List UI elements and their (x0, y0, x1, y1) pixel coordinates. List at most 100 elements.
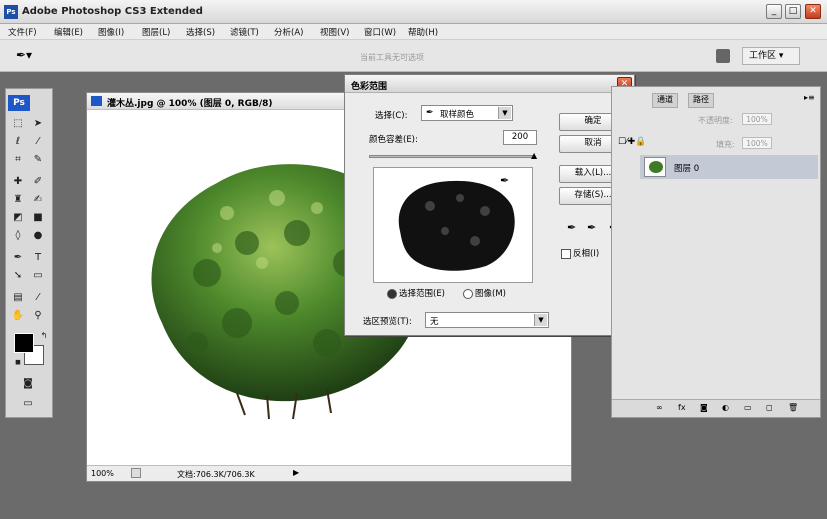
selection-preview-value: 无 (430, 317, 439, 327)
close-button[interactable]: ✕ (805, 4, 821, 19)
panel-menu-icon[interactable]: ▸≡ (804, 93, 815, 102)
menu-layer[interactable]: 图层(L) (142, 26, 170, 38)
history-brush-tool-icon[interactable]: ✍ (30, 193, 46, 207)
mask-preview-image (398, 180, 515, 271)
menu-help[interactable]: 帮助(H) (408, 26, 438, 38)
eyedropper-plus-icon[interactable]: ✒ (587, 221, 596, 234)
lock-icons[interactable]: ☐⁄✚🔒 (618, 137, 646, 147)
layer-style-icon[interactable]: fx (678, 403, 686, 412)
type-tool-icon[interactable]: T (30, 251, 46, 265)
shrub-thumbnail-icon (649, 161, 663, 173)
selection-preview-box: ✒ (373, 167, 533, 283)
document-size: 文档:706.3K/706.3K (177, 470, 255, 479)
notes-tool-icon[interactable]: ▤ (10, 291, 26, 305)
fill-label: 填充: (716, 140, 735, 149)
layer-row[interactable]: 图层 0 (640, 155, 818, 179)
dodge-tool-icon[interactable]: ● (30, 229, 46, 243)
crop-tool-icon[interactable]: ⌗ (10, 153, 26, 167)
eraser-tool-icon[interactable]: ◩ (10, 211, 26, 225)
menu-edit[interactable]: 编辑(E) (54, 26, 83, 38)
menu-select[interactable]: 选择(S) (186, 26, 215, 38)
menu-view[interactable]: 视图(V) (320, 26, 349, 38)
adjustment-layer-icon[interactable]: ◐ (722, 403, 729, 412)
screen-mode-icon[interactable]: ▭ (20, 397, 36, 411)
eyedropper-preset-icon[interactable]: ✒▾ (16, 48, 32, 62)
tab-paths[interactable]: 路径 (688, 93, 714, 108)
selection-preview-dropdown[interactable]: 无 ▼ (425, 312, 549, 328)
gradient-tool-icon[interactable]: ■ (30, 211, 46, 225)
status-menu-arrow-icon[interactable]: ▶ (293, 468, 299, 477)
invert-label: 反相(I) (573, 249, 600, 259)
dialog-title-bar[interactable]: 色彩范围 ✕ (345, 75, 634, 93)
zoom-level[interactable]: 100% (91, 469, 114, 478)
document-icon (91, 96, 102, 106)
workspace-button[interactable]: 工作区 ▾ (742, 47, 800, 65)
fill-input[interactable]: 100% (742, 137, 772, 149)
blur-tool-icon[interactable]: ◊ (10, 229, 26, 243)
default-colors-icon[interactable]: ◼ (10, 355, 26, 369)
eyedropper-icon: ✒ (426, 108, 434, 118)
tab-channels[interactable]: 通道 (652, 93, 678, 108)
layers-footer: ∞ fx ◙ ◐ ▭ ◻ 🗑 (612, 399, 820, 417)
path-selection-tool-icon[interactable]: ➘ (10, 269, 26, 283)
menu-analysis[interactable]: 分析(A) (274, 26, 303, 38)
chevron-down-icon: ▼ (534, 314, 547, 326)
link-layers-icon[interactable]: ∞ (656, 403, 663, 412)
quick-mask-icon[interactable]: ◙ (20, 377, 36, 391)
menu-image[interactable]: 图像(I) (98, 26, 124, 38)
radio-selection[interactable] (387, 289, 397, 299)
layer-mask-icon[interactable]: ◙ (700, 403, 708, 412)
new-group-icon[interactable]: ▭ (744, 403, 752, 412)
select-dropdown[interactable]: ✒ 取样颜色 ▼ (421, 105, 513, 121)
shape-tool-icon[interactable]: ▭ (30, 269, 46, 283)
chevron-down-icon: ▼ (498, 107, 511, 119)
radio-image[interactable] (463, 289, 473, 299)
maximize-button[interactable]: □ (785, 4, 801, 19)
menu-bar: 文件(F) 编辑(E) 图像(I) 图层(L) 选择(S) 滤镜(T) 分析(A… (0, 24, 827, 40)
dialog-title: 色彩范围 (351, 82, 388, 92)
opacity-label: 不透明度: (698, 116, 733, 125)
document-title: 灌木丛.jpg @ 100% (图层 0, RGB/8) (107, 99, 273, 109)
new-layer-icon[interactable]: ◻ (766, 403, 773, 412)
ps-logo: Ps (8, 95, 30, 111)
options-hint: 当前工具无可选项 (360, 53, 424, 62)
zoom-tool-icon[interactable]: ⚲ (30, 309, 46, 323)
fuzziness-input[interactable]: 200 (503, 130, 537, 145)
menu-window[interactable]: 窗口(W) (364, 26, 396, 38)
select-label: 选择(C): (375, 111, 408, 121)
window-title: Adobe Photoshop CS3 Extended (22, 6, 203, 17)
foreground-color-swatch[interactable] (14, 333, 34, 353)
eyedropper-cursor-icon: ✒ (500, 174, 510, 187)
slider-handle-icon[interactable]: ▲ (531, 151, 537, 160)
eyedropper-tool-icon[interactable]: ⁄ (30, 291, 46, 305)
clone-stamp-tool-icon[interactable]: ♜ (10, 193, 26, 207)
magic-wand-tool-icon[interactable]: ⁄ (30, 135, 46, 149)
move-tool-icon[interactable]: ➤ (30, 117, 46, 131)
layers-panel: 通道 路径 ▸≡ 不透明度: 100% ☐⁄✚🔒 填充: 100% 图层 0 ∞… (611, 86, 821, 418)
preview-toggle-icon[interactable] (131, 468, 141, 478)
brushes-icon[interactable] (716, 49, 730, 63)
healing-brush-tool-icon[interactable]: ✚ (10, 175, 26, 189)
color-range-dialog: 色彩范围 ✕ 选择(C): ✒ 取样颜色 ▼ 颜色容差(E): 200 ▲ ✒ … (344, 74, 635, 336)
photoshop-app-icon: Ps (4, 5, 18, 19)
fuzziness-slider[interactable] (369, 155, 535, 158)
opacity-input[interactable]: 100% (742, 113, 772, 125)
select-value: 取样颜色 (440, 110, 475, 120)
invert-checkbox[interactable] (561, 249, 571, 259)
menu-filter[interactable]: 滤镜(T) (230, 26, 259, 38)
eyedropper-tool-icon[interactable]: ✒ (567, 221, 576, 234)
marquee-tool-icon[interactable]: ⬚ (10, 117, 26, 131)
pen-tool-icon[interactable]: ✒ (10, 251, 26, 265)
minimize-button[interactable]: _ (766, 4, 782, 19)
brush-tool-icon[interactable]: ✐ (30, 175, 46, 189)
delete-layer-icon[interactable]: 🗑 (788, 403, 798, 412)
radio-image-label: 图像(M) (475, 289, 506, 299)
swap-colors-icon[interactable]: ↰ (36, 329, 52, 343)
title-bar: Ps Adobe Photoshop CS3 Extended _ □ ✕ (0, 0, 827, 24)
menu-file[interactable]: 文件(F) (8, 26, 37, 38)
hand-tool-icon[interactable]: ✋ (10, 309, 26, 323)
tools-palette: Ps ⬚ ➤ ℓ ⁄ ⌗ ✎ ✚ ✐ ♜ ✍ ◩ ■ ◊ ● ✒ T ➘ ▭ ▤… (5, 88, 53, 418)
lasso-tool-icon[interactable]: ℓ (10, 135, 26, 149)
slice-tool-icon[interactable]: ✎ (30, 153, 46, 167)
selection-preview-label: 选区预览(T): (363, 317, 412, 327)
